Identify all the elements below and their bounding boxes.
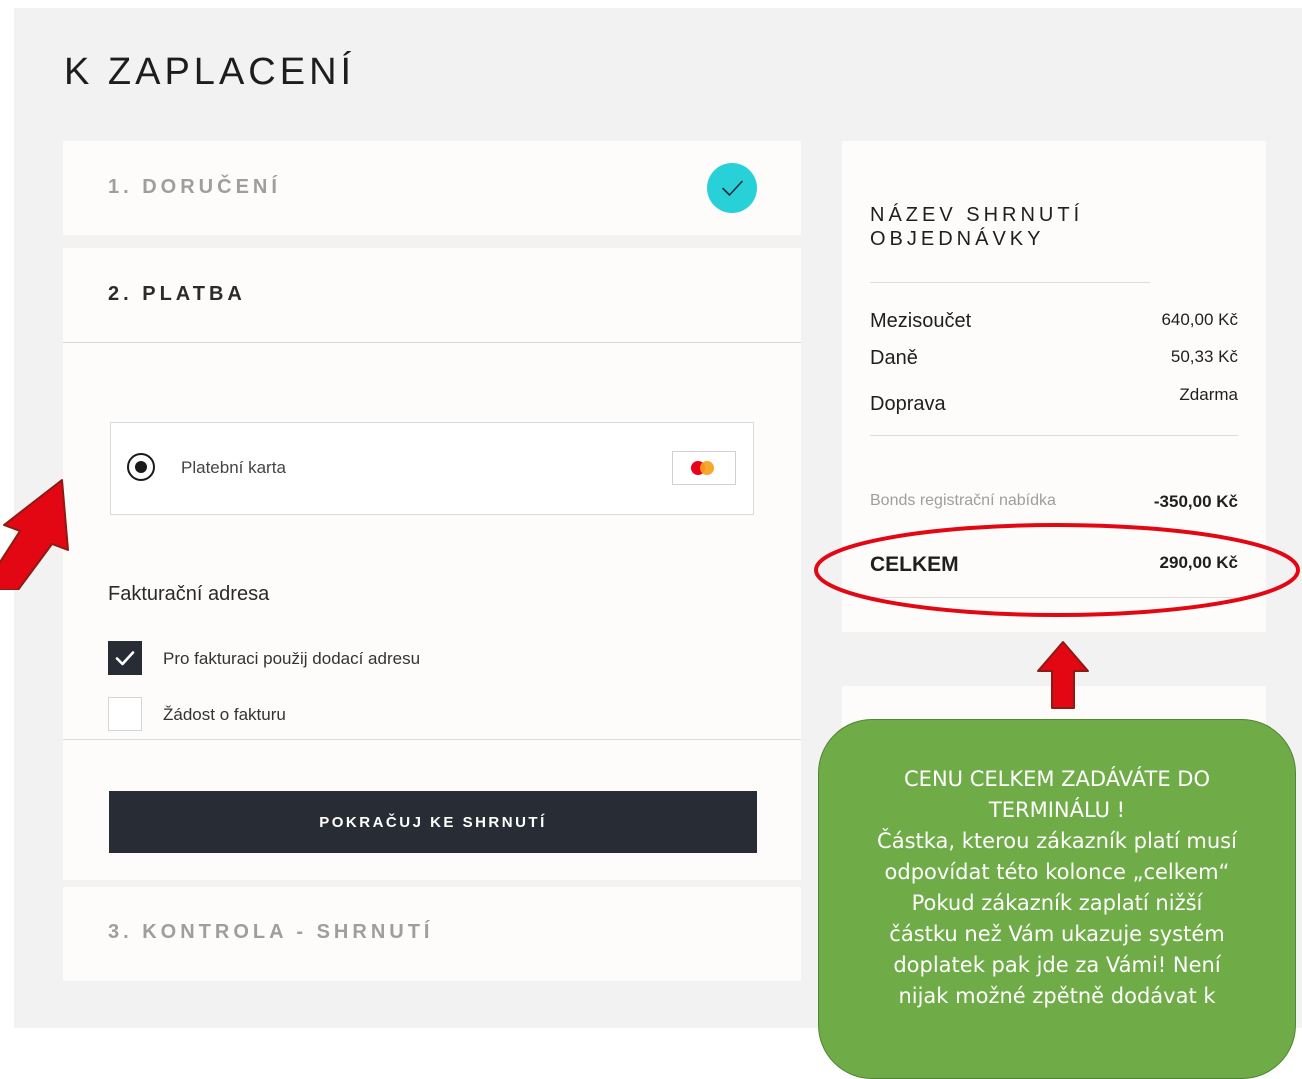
continue-to-summary-button[interactable]: POKRAČUJ KE SHRNUTÍ [109,791,757,853]
summary-subtotal-row: Mezisoučet 640,00 Kč [870,310,1238,336]
total-highlight-ellipse [814,523,1300,617]
summary-shipping-label: Doprava [870,393,946,415]
payment-method-radio[interactable] [127,453,155,481]
summary-tax-label: Daně [870,347,918,369]
instruction-line: částku než Vám ukazuje systém [889,922,1225,946]
summary-discount-label: Bonds registrační nabídka [870,492,1056,509]
invoice-request-checkbox[interactable] [108,697,142,731]
summary-discount-row: Bonds registrační nabídka -350,00 Kč [870,492,1238,518]
divider [63,342,801,343]
step-review-title[interactable]: 3. KONTROLA - SHRNUTÍ [108,921,433,944]
summary-subtotal-label: Mezisoučet [870,310,972,332]
divider [63,739,801,740]
payment-method-card-option[interactable]: Platební karta [110,422,754,515]
step-delivery-title[interactable]: 1. DORUČENÍ [108,176,281,199]
invoice-request-label[interactable]: Žádost o fakturu [163,705,286,725]
step-payment-title: 2. PLATBA [108,283,246,305]
mastercard-icon [672,451,736,485]
instruction-line: Pokud zákazník zaplatí nižší [911,891,1203,915]
summary-discount-value: -350,00 Kč [1153,492,1238,511]
step-delivery[interactable]: 1. DORUČENÍ [63,141,801,235]
use-delivery-address-label[interactable]: Pro fakturaci použij dodací adresu [163,649,420,669]
page-title: K ZAPLACENÍ [64,51,356,93]
mastercard-yellow-circle [700,461,714,475]
divider [870,435,1238,436]
summary-shipping-row: Doprava Zdarma [870,385,1238,419]
checkbox-check-icon [115,651,135,666]
pointer-arrow-icon [0,479,69,590]
step-review[interactable]: 3. KONTROLA - SHRNUTÍ [63,887,801,981]
instruction-line: nijak možné zpětně dodávat k [898,984,1216,1008]
summary-tax-value: 50,33 Kč [1170,347,1238,366]
instruction-line: odpovídat této kolonce „celkem“ [884,860,1230,884]
summary-tax-row: Daně 50,33 Kč [870,347,1238,373]
checkmark-icon [722,180,743,196]
summary-subtotal-value: 640,00 Kč [1161,310,1238,329]
check-circle-icon [707,163,757,213]
instruction-callout: CENU CELKEM ZADÁVÁTE DO TERMINÁLU ! Část… [818,719,1296,1079]
instruction-line: doplatek pak jde za Vámi! Není [893,953,1221,977]
instruction-line: CENU CELKEM ZADÁVÁTE DO [904,767,1210,791]
step-payment: 2. PLATBA Platební karta Fakturační adre… [63,248,801,880]
radio-selected-dot [135,461,147,473]
billing-address-heading: Fakturační adresa [108,583,270,605]
payment-method-label[interactable]: Platební karta [181,458,286,478]
pointer-arrow-up-icon [1037,641,1089,709]
divider [870,282,1150,283]
instruction-line: Částka, kterou zákazník platí musí [877,829,1237,853]
instruction-line: TERMINÁLU ! [988,798,1126,822]
use-delivery-address-checkbox[interactable] [108,641,142,675]
order-summary-title: NÁZEV SHRNUTÍ OBJEDNÁVKY [870,204,1084,250]
summary-shipping-value: Zdarma [1179,385,1238,404]
